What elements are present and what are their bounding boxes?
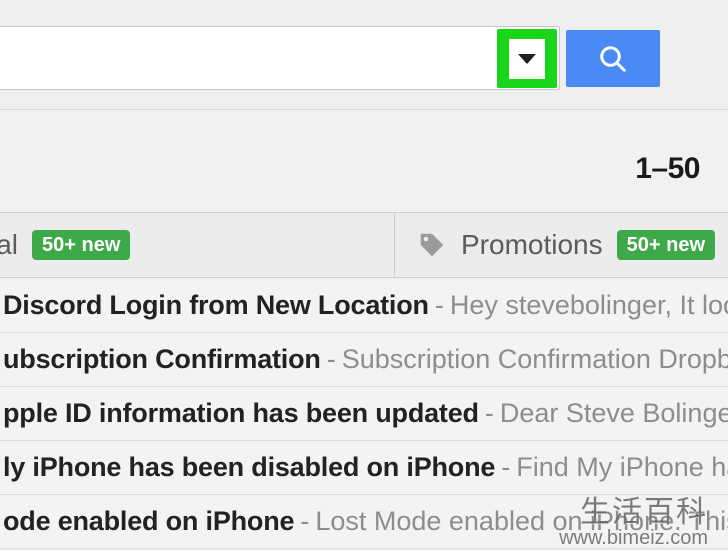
search-input[interactable] [0, 26, 560, 90]
watermark-line2: www.bimeiz.com [559, 528, 708, 549]
email-row[interactable]: ubscription Confirmation - Subscription … [0, 333, 728, 387]
search-options-highlight [497, 29, 557, 88]
tab-social-label: ial [0, 229, 18, 261]
search-icon [598, 44, 628, 74]
email-separator: - [501, 452, 510, 483]
tab-social-badge: 50+ new [32, 230, 130, 260]
divider [0, 109, 728, 110]
watermark: 生活百科 www.bimeiz.com [559, 497, 708, 550]
email-snippet: Subscription Confirmation Dropbox [342, 344, 728, 375]
email-subject: ly iPhone has been disabled on iPhone [3, 452, 495, 483]
tag-icon [417, 230, 447, 260]
email-separator: - [300, 506, 309, 537]
email-snippet: Find My iPhone has [516, 452, 728, 483]
email-row[interactable]: pple ID information has been updated - D… [0, 387, 728, 441]
tab-promotions[interactable]: Promotions 50+ new [395, 213, 728, 277]
email-subject: pple ID information has been updated [3, 398, 479, 429]
email-row[interactable]: Discord Login from New Location - Hey st… [0, 279, 728, 333]
search-options-dropdown[interactable] [509, 39, 545, 79]
search-bar-area [0, 0, 728, 109]
pagination-count: 1–50 [635, 152, 700, 186]
tab-promotions-badge: 50+ new [617, 230, 715, 260]
email-separator: - [327, 344, 336, 375]
search-button[interactable] [566, 30, 660, 87]
email-separator: - [435, 290, 444, 321]
email-snippet: Dear Steve Bolinger, [500, 398, 728, 429]
category-tabs: ial 50+ new Promotions 50+ new [0, 212, 728, 278]
tab-promotions-label: Promotions [461, 229, 603, 261]
email-subject: Discord Login from New Location [3, 290, 429, 321]
email-snippet: Hey stevebolinger, It looks like [450, 290, 728, 321]
email-row[interactable]: ly iPhone has been disabled on iPhone - … [0, 441, 728, 495]
gmail-viewport: 1–50 ial 50+ new Promotions 50+ new Disc… [0, 0, 728, 551]
caret-down-icon [518, 54, 536, 64]
tab-social[interactable]: ial 50+ new [0, 213, 395, 277]
email-subject: ubscription Confirmation [3, 344, 321, 375]
watermark-line1: 生活百科 [559, 497, 708, 529]
email-separator: - [485, 398, 494, 429]
email-subject: ode enabled on iPhone [3, 506, 294, 537]
